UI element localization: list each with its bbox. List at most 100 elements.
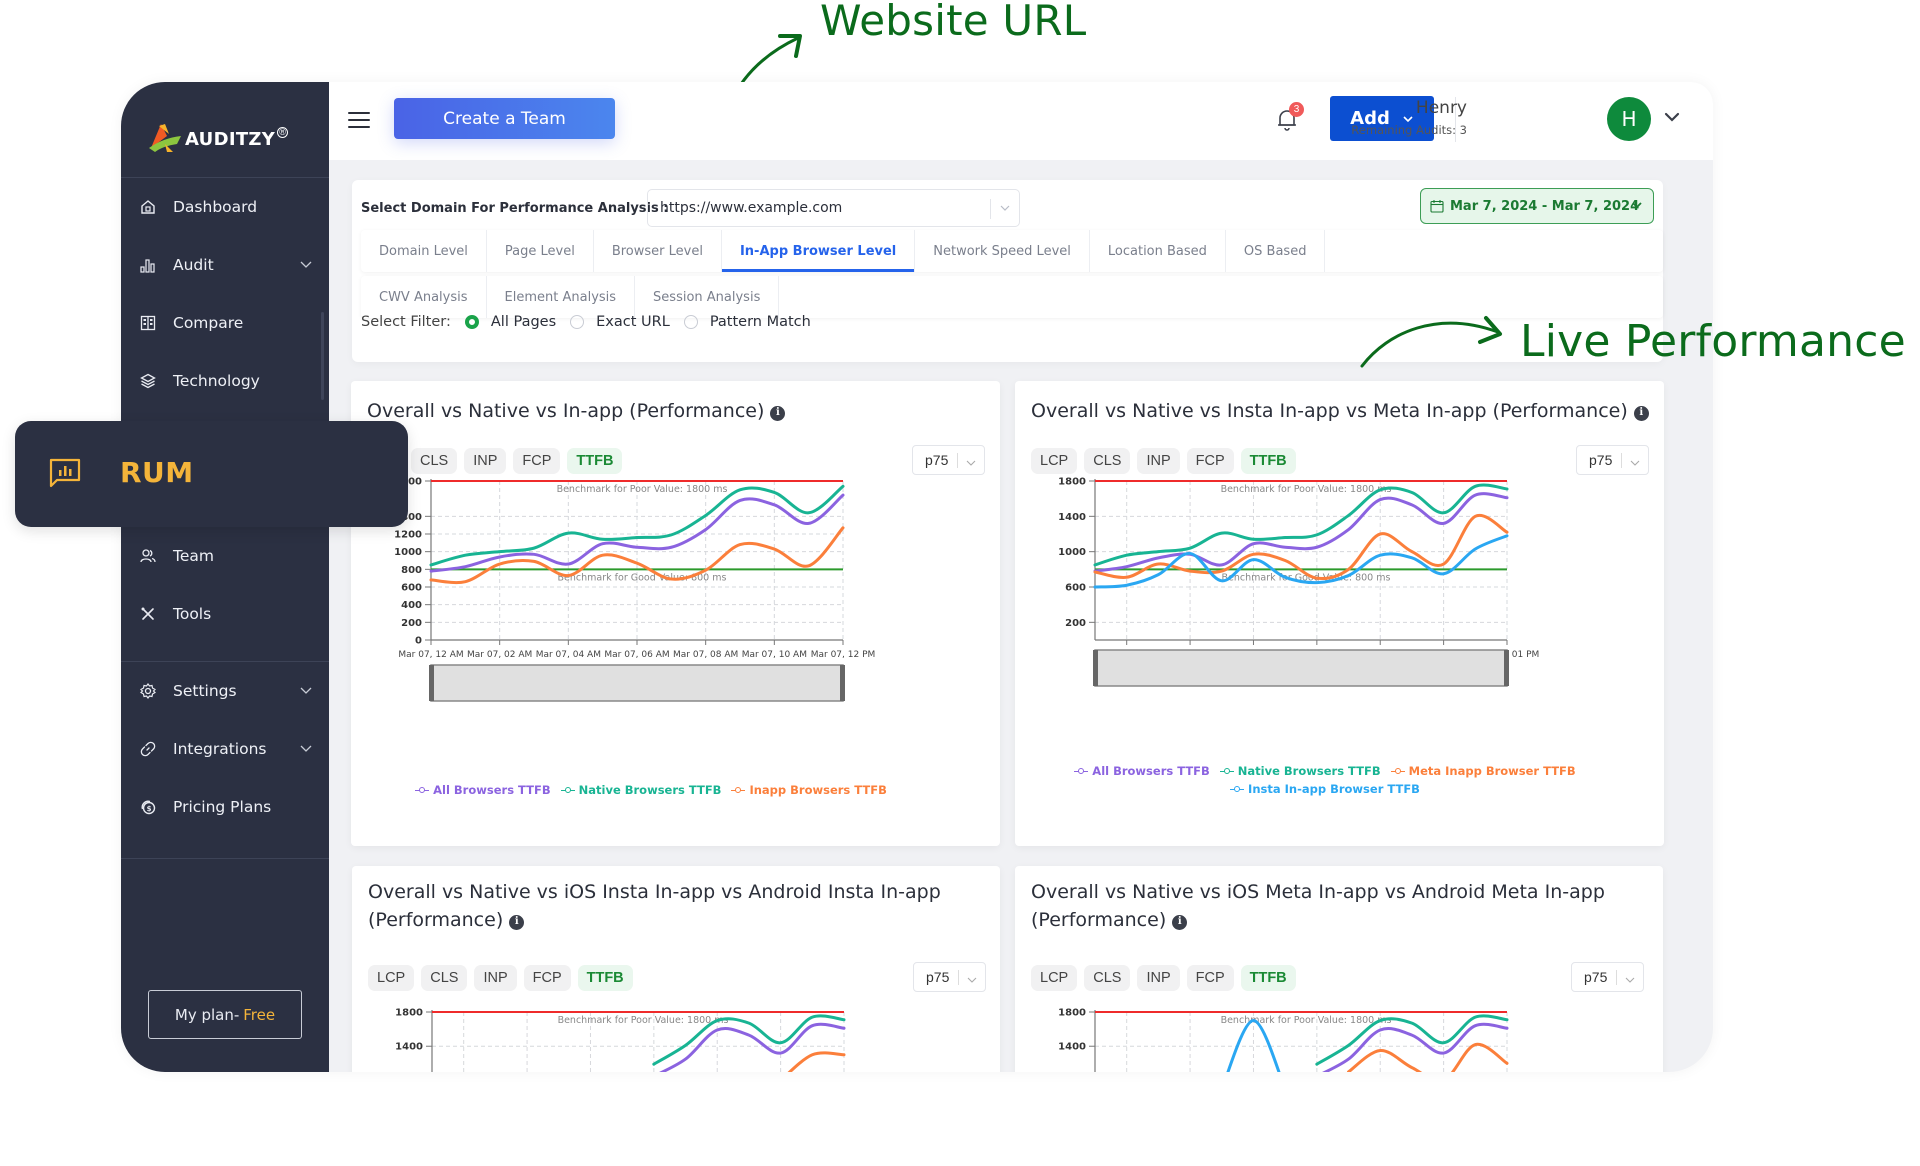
filter-radio-pattern-match[interactable]: Pattern Match — [683, 314, 811, 330]
tab-session-analysis[interactable]: Session Analysis — [635, 276, 780, 318]
create-team-button[interactable]: Create a Team — [394, 98, 615, 139]
legend-label: All Browsers TTFB — [433, 783, 551, 797]
sidebar-item-dashboard[interactable]: Dashboard — [139, 192, 319, 222]
legend-item[interactable]: All Browsers TTFB — [415, 783, 551, 797]
radio-label: All Pages — [490, 314, 557, 330]
tab-cwv-analysis[interactable]: CWV Analysis — [361, 276, 487, 318]
tab-in-app-browser-level[interactable]: In-App Browser Level — [721, 230, 916, 272]
live-performance-annotation: Live Performance — [1520, 316, 1906, 367]
tab-browser-level[interactable]: Browser Level — [594, 230, 722, 272]
top-header: Create a Team 3 Add Henry Remaining Audi… — [329, 82, 1713, 160]
sidebar-item-compare[interactable]: Compare — [139, 308, 319, 338]
zoom-slider[interactable] — [1093, 649, 1509, 687]
auditzy-logo[interactable]: AUDITZY ® — [147, 118, 289, 154]
avatar[interactable]: H — [1607, 97, 1651, 141]
legend-item[interactable]: Inapp Browsers TTFB — [731, 783, 887, 797]
y-tick-label: 1000 — [394, 547, 422, 558]
legend-item[interactable]: All Browsers TTFB — [1074, 764, 1210, 778]
radio-label: Pattern Match — [709, 314, 811, 330]
notifications-button[interactable]: 3 — [1276, 102, 1304, 135]
legend-marker-icon — [560, 786, 575, 794]
sidebar-item-team[interactable]: Team — [139, 541, 319, 571]
series-line — [787, 1051, 846, 1072]
auditzy-logo-icon — [149, 124, 181, 152]
sidebar-divider — [121, 661, 329, 662]
filter-radio-all-pages[interactable]: All Pages — [464, 314, 557, 330]
filter-radio-exact-url[interactable]: Exact URL — [570, 314, 670, 330]
sidebar-item-rum[interactable]: RUM — [15, 421, 408, 527]
tab-location-based[interactable]: Location Based — [1090, 230, 1226, 272]
plan-prefix: My plan- — [174, 1005, 240, 1024]
benchmark-label: Benchmark for Poor Value: 1800 ms — [1221, 1015, 1392, 1026]
series-line — [1093, 483, 1509, 567]
sidebar-item-label: Tools — [173, 605, 212, 623]
live-performance-arrow-icon — [1360, 316, 1502, 368]
benchmark-label: Benchmark for Poor Value: 1800 ms — [557, 484, 728, 495]
domain-select[interactable]: https://www.example.com — [647, 189, 1020, 227]
sidebar-scrollbar[interactable] — [321, 312, 324, 400]
y-tick-label: 1000 — [1058, 547, 1086, 558]
users-icon — [139, 547, 157, 565]
series-line — [1347, 1042, 1509, 1072]
x-tick-label: Mar 07, 08 AM — [673, 650, 738, 660]
series-line — [1093, 492, 1509, 573]
zoom-slider[interactable] — [429, 664, 845, 702]
tab-domain-level[interactable]: Domain Level — [361, 230, 487, 272]
sidebar-item-settings[interactable]: Settings — [139, 676, 319, 706]
user-menu-chevron-icon[interactable] — [1663, 110, 1681, 129]
legend-item[interactable]: Meta Inapp Browser TTFB — [1390, 764, 1576, 778]
x-tick-label: Mar 07, 10 AM — [742, 650, 807, 660]
filter-label: Select Filter: — [361, 314, 451, 330]
remaining-audits: Remaining Audits: 3 — [1351, 123, 1467, 137]
link-icon — [139, 740, 157, 758]
y-tick-label: 800 — [401, 565, 422, 576]
chevron-down-icon — [299, 683, 313, 701]
chevron-down-icon — [999, 202, 1011, 218]
legend-label: Inapp Browsers TTFB — [749, 783, 887, 797]
y-tick-label: 200 — [1065, 618, 1086, 629]
gear-icon — [139, 682, 157, 700]
sidebar-item-label: Dashboard — [173, 198, 258, 216]
hamburger-menu-icon[interactable] — [348, 112, 370, 130]
sidebar-item-label: Team — [173, 547, 214, 565]
sidebar-item-technology[interactable]: Technology — [139, 366, 319, 396]
x-tick-label: Mar 07, 02 AM — [467, 650, 532, 660]
legend-item[interactable]: Native Browsers TTFB — [1219, 764, 1381, 778]
sidebar-item-audit[interactable]: Audit — [139, 250, 319, 280]
legend-item[interactable]: Insta In-app Browser TTFB — [1230, 782, 1420, 796]
trademark-icon: ® — [277, 126, 289, 138]
user-name: Henry — [1415, 98, 1467, 118]
compare-icon — [139, 314, 157, 332]
y-tick-label: 1800 — [395, 1008, 423, 1019]
legend-marker-icon — [731, 786, 746, 794]
chart-card-overall-native-inapp: Overall vs Native vs In-app (Performance… — [351, 381, 1000, 846]
x-tick-label: Mar 07, 04 AM — [536, 650, 601, 660]
legend-item[interactable]: Native Browsers TTFB — [560, 783, 721, 797]
chevron-down-icon — [299, 741, 313, 759]
y-tick-label: 200 — [401, 618, 422, 629]
tab-os-based[interactable]: OS Based — [1226, 230, 1326, 272]
sidebar-divider — [121, 858, 329, 859]
sidebar-item-label: Integrations — [173, 740, 267, 758]
legend-marker-icon — [415, 786, 430, 794]
x-tick-label: Mar 07, 12 AM — [398, 650, 463, 660]
tab-network-speed-level[interactable]: Network Speed Level — [915, 230, 1090, 272]
sidebar-item-pricing-plans[interactable]: $ Pricing Plans — [139, 792, 319, 822]
brand-name: AUDITZY — [185, 128, 276, 150]
coins-icon: $ — [139, 798, 157, 816]
my-plan-button[interactable]: My plan- Free — [148, 990, 302, 1039]
tab-page-level[interactable]: Page Level — [487, 230, 594, 272]
analysis-tabs-primary: Domain Level Page Level Browser Level In… — [361, 230, 1663, 272]
sidebar-item-tools[interactable]: Tools — [139, 599, 319, 629]
legend-marker-icon — [1219, 767, 1234, 775]
layers-icon — [139, 372, 157, 390]
sidebar-item-label: RUM — [120, 456, 194, 489]
date-range-picker[interactable]: Mar 7, 2024 - Mar 7, 2024 — [1420, 188, 1654, 224]
legend-marker-icon — [1074, 767, 1089, 775]
page-filter: Select Filter: All Pages Exact URL Patte… — [361, 314, 825, 330]
slider-handle-left — [1093, 650, 1098, 686]
y-tick-label: 1800 — [1058, 477, 1086, 488]
legend-marker-icon — [1230, 785, 1245, 793]
tab-element-analysis[interactable]: Element Analysis — [487, 276, 636, 318]
sidebar-item-integrations[interactable]: Integrations — [139, 734, 319, 764]
